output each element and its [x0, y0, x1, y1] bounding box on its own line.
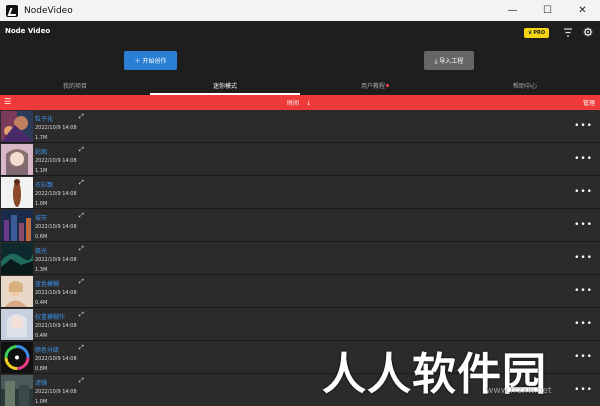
list-item[interactable]: 权重模糊作 ⤢ 2022/10/9 14:08 0.4M ••• — [0, 308, 600, 341]
share-icon[interactable]: ⤢ — [79, 344, 84, 352]
project-name: 滤镜 — [35, 380, 48, 387]
list-item[interactable]: 城市 ⤢ 2022/10/9 14:08 0.6M ••• — [0, 209, 600, 242]
tab-my-projects[interactable]: 我的项目 — [0, 75, 150, 95]
project-size: 1.0M — [35, 201, 48, 207]
watermark-url: www.rrzxw.net — [486, 386, 552, 396]
project-date: 2022/10/9 14:08 — [35, 125, 77, 131]
list-view-icon[interactable]: ☰ — [4, 98, 11, 106]
tab-bar: 我的项目 迷你模式 用户教程 帮助中心 — [0, 75, 600, 95]
share-icon[interactable]: ⤢ — [79, 146, 84, 154]
project-size: 0.4M — [35, 300, 48, 306]
notification-dot — [386, 83, 389, 87]
project-size: 1.1M — [35, 168, 48, 174]
manage-button[interactable]: 管理 — [583, 98, 595, 107]
list-item[interactable]: 蓝色模糊 ⤢ 2022/10/9 14:08 0.4M ••• — [0, 275, 600, 308]
project-name: 城市 — [35, 215, 48, 222]
tab-label: 我的项目 — [62, 82, 87, 90]
more-options-icon[interactable]: ••• — [574, 220, 593, 230]
project-date: 2022/10/9 14:08 — [35, 290, 77, 296]
import-project-button[interactable]: ⤓ 导入工程 — [424, 51, 474, 70]
project-name: 权重模糊作 — [35, 314, 66, 321]
minimize-button[interactable]: — — [495, 0, 530, 21]
start-create-button[interactable]: ＋ 开始创作 — [124, 51, 177, 70]
tab-label: 用户教程 — [360, 82, 385, 90]
project-date: 2022/10/9 14:08 — [35, 323, 77, 329]
more-options-icon[interactable]: ••• — [574, 286, 593, 296]
project-size: 0.6M — [35, 234, 48, 240]
list-item[interactable]: 衣衫飘 ⤢ 2022/10/9 14:08 1.0M ••• — [0, 176, 600, 209]
maximize-button[interactable]: ☐ — [530, 0, 565, 21]
pro-badge-label: PRO — [533, 30, 546, 36]
project-size: 0.4M — [35, 333, 48, 339]
tab-label: 帮助中心 — [512, 82, 537, 90]
more-options-icon[interactable]: ••• — [574, 385, 593, 395]
tab-help-center[interactable]: 帮助中心 — [450, 75, 600, 95]
more-options-icon[interactable]: ••• — [574, 352, 593, 362]
project-thumbnail — [1, 375, 33, 406]
project-size: 1.3M — [35, 267, 48, 273]
share-icon[interactable]: ⤢ — [79, 377, 84, 385]
window-title: NodeVideo — [24, 5, 73, 16]
brand-title: Node Video — [5, 27, 51, 35]
list-item[interactable]: 极光 ⤢ 2022/10/9 14:08 1.3M ••• — [0, 242, 600, 275]
share-icon[interactable]: ⤢ — [79, 311, 84, 319]
close-button[interactable]: ✕ — [565, 0, 600, 21]
list-item[interactable]: 彩图 ⤢ 2022/10/9 14:08 1.1M ••• — [0, 143, 600, 176]
project-thumbnail — [1, 144, 33, 175]
app-header: Node Video ♛ PRO — [0, 21, 600, 43]
sort-label: 时间 — [287, 100, 300, 107]
share-icon[interactable]: ⤢ — [79, 179, 84, 187]
sort-bar: ☰ 时间 ↓ 管理 — [0, 95, 600, 110]
project-size: 1.7M — [35, 135, 48, 141]
project-name: 彩图 — [35, 149, 48, 156]
app-logo-icon — [6, 4, 18, 17]
project-name: 衣衫飘 — [35, 182, 54, 189]
window-controls: — ☐ ✕ — [495, 0, 600, 21]
share-icon[interactable]: ⤢ — [79, 245, 84, 253]
filter-icon[interactable] — [561, 25, 575, 39]
project-name: 极光 — [35, 248, 48, 255]
share-icon[interactable]: ⤢ — [79, 212, 84, 220]
share-icon[interactable]: ⤢ — [79, 113, 84, 121]
more-options-icon[interactable]: ••• — [574, 319, 593, 329]
tab-tutorials[interactable]: 用户教程 — [300, 75, 450, 95]
crown-icon: ♛ — [527, 30, 533, 36]
list-item[interactable]: 粒子化 ⤢ 2022/10/9 14:08 1.7M ••• — [0, 110, 600, 143]
more-options-icon[interactable]: ••• — [574, 187, 593, 197]
project-name: 粒子化 — [35, 116, 54, 123]
project-thumbnail — [1, 309, 33, 340]
project-date: 2022/10/9 14:08 — [35, 356, 77, 362]
project-name: 蓝色模糊 — [35, 281, 60, 288]
tab-mini-mode[interactable]: 迷你模式 — [150, 75, 300, 95]
project-date: 2022/10/9 14:08 — [35, 257, 77, 263]
project-thumbnail — [1, 210, 33, 241]
pro-badge[interactable]: ♛ PRO — [524, 28, 549, 38]
project-date: 2022/10/9 14:08 — [35, 389, 77, 395]
more-options-icon[interactable]: ••• — [574, 154, 593, 164]
project-date: 2022/10/9 14:08 — [35, 224, 77, 230]
project-date: 2022/10/9 14:08 — [35, 191, 77, 197]
project-thumbnail — [1, 342, 33, 373]
project-name: 颜色分级 — [35, 347, 60, 354]
project-thumbnail — [1, 243, 33, 274]
more-options-icon[interactable]: ••• — [574, 253, 593, 263]
project-thumbnail — [1, 111, 33, 142]
tab-label: 迷你模式 — [212, 82, 237, 90]
title-bar: NodeVideo — ☐ ✕ — [0, 0, 600, 21]
gear-icon[interactable] — [581, 25, 595, 39]
project-thumbnail — [1, 276, 33, 307]
more-options-icon[interactable]: ••• — [574, 121, 593, 131]
sort-arrow-icon: ↓ — [305, 100, 311, 107]
project-size: 0.8M — [35, 366, 48, 372]
sort-by-time[interactable]: 时间 ↓ — [287, 98, 311, 107]
share-icon[interactable]: ⤢ — [79, 278, 84, 286]
project-thumbnail — [1, 177, 33, 208]
project-size: 1.0M — [35, 399, 48, 405]
project-date: 2022/10/9 14:08 — [35, 158, 77, 164]
action-bar: ＋ 开始创作 ⤓ 导入工程 — [0, 43, 600, 75]
